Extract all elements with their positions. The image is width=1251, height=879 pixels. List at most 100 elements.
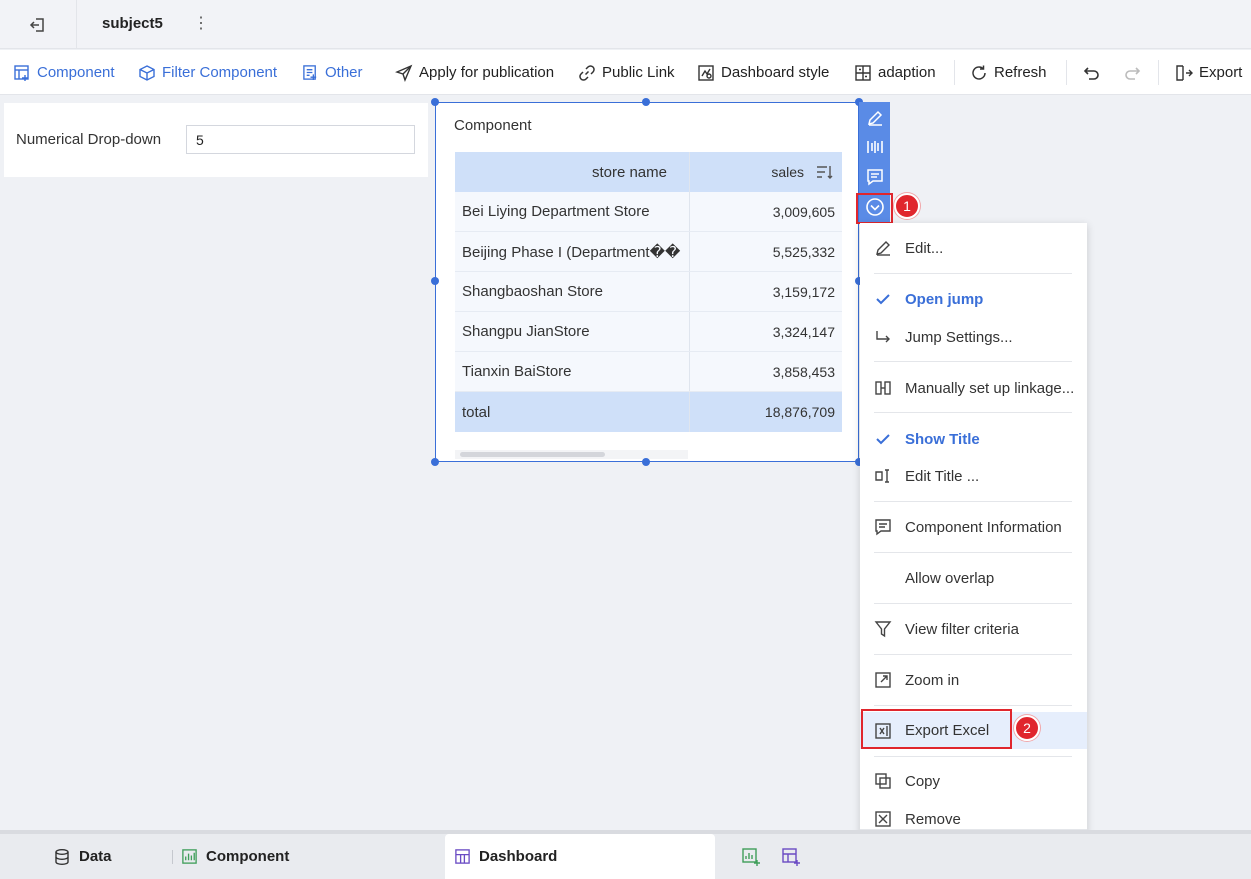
cell-store-name: Bei Liying Department Store bbox=[455, 192, 690, 231]
export-label: Export bbox=[1199, 64, 1243, 81]
cell-store-name: Shangbaoshan Store bbox=[455, 272, 690, 311]
add-chart-icon bbox=[742, 847, 760, 866]
numerical-dropdown-widget: Numerical Drop-down 5 bbox=[4, 103, 428, 177]
redo-icon bbox=[1125, 66, 1141, 80]
menu-item-zoom-in-label: Zoom in bbox=[905, 671, 960, 689]
adaption-button[interactable]: adaption bbox=[854, 50, 936, 95]
cell-store-name: Tianxin BaiStore bbox=[455, 352, 690, 391]
apply-publication-label: Apply for publication bbox=[419, 64, 555, 81]
cell-store-name: Shangpu JianStore bbox=[455, 312, 690, 351]
column-header-sales-label: sales bbox=[771, 164, 804, 180]
bar-chart-icon bbox=[182, 849, 197, 864]
toolbar-divider bbox=[954, 60, 955, 85]
other-icon bbox=[303, 65, 317, 81]
menu-item-copy[interactable]: Copy bbox=[860, 764, 1087, 798]
tab-component[interactable]: Component bbox=[181, 834, 289, 879]
info-comment-icon bbox=[875, 519, 891, 536]
export-button[interactable]: Export bbox=[1175, 50, 1242, 95]
menu-item-edit-title-label: Edit Title ... bbox=[905, 467, 980, 485]
menu-item-allow-overlap-label: Allow overlap bbox=[905, 569, 995, 587]
comment-icon bbox=[866, 169, 883, 186]
add-component-tab-button[interactable] bbox=[741, 834, 761, 879]
more-options-button[interactable]: ⋮ bbox=[193, 13, 209, 33]
menu-item-open-jump[interactable]: Open jump bbox=[860, 282, 1087, 316]
table-row[interactable]: Shangbaoshan Store 3,159,172 bbox=[455, 272, 842, 312]
cell-sales: 5,525,332 bbox=[772, 243, 835, 260]
apply-publication-button[interactable]: Apply for publication bbox=[395, 50, 554, 95]
expand-icon bbox=[875, 672, 891, 688]
linkage-button[interactable] bbox=[859, 132, 890, 162]
tab-dashboard-label: Dashboard bbox=[479, 848, 558, 865]
close-box-icon bbox=[875, 811, 891, 827]
step-badge-1: 1 bbox=[894, 193, 920, 219]
resize-handle[interactable] bbox=[431, 98, 439, 106]
linkage-icon bbox=[866, 141, 883, 153]
menu-item-zoom-in[interactable]: Zoom in bbox=[860, 663, 1087, 697]
tab-dashboard[interactable]: Dashboard bbox=[445, 834, 715, 879]
comment-button[interactable] bbox=[859, 162, 890, 192]
table-component-widget[interactable]: Component store name sales Bei Liying De… bbox=[435, 102, 859, 462]
redo-button[interactable] bbox=[1123, 50, 1141, 95]
menu-item-jump-settings[interactable]: Jump Settings... bbox=[860, 320, 1087, 354]
step-badge-2: 2 bbox=[1014, 715, 1040, 741]
menu-item-edit-title[interactable]: Edit Title ... bbox=[860, 459, 1087, 493]
cell-sales: 3,159,172 bbox=[772, 283, 835, 300]
menu-divider bbox=[874, 412, 1072, 413]
menu-item-allow-overlap[interactable]: Allow overlap bbox=[860, 561, 1087, 595]
other-button[interactable]: Other bbox=[302, 50, 363, 95]
menu-item-manual-linkage[interactable]: Manually set up linkage... bbox=[860, 371, 1087, 405]
filter-component-label: Filter Component bbox=[162, 64, 278, 81]
add-dashboard-tab-button[interactable] bbox=[781, 834, 801, 879]
sort-icon[interactable] bbox=[816, 164, 834, 180]
dashboard-style-button[interactable]: Dashboard style bbox=[697, 50, 829, 95]
add-dashboard-icon bbox=[782, 847, 800, 866]
menu-item-show-title[interactable]: Show Title bbox=[860, 422, 1087, 456]
table-row[interactable]: Tianxin BaiStore 3,858,453 bbox=[455, 352, 842, 392]
add-component-button[interactable]: Component bbox=[13, 50, 115, 95]
resize-handle[interactable] bbox=[431, 277, 439, 285]
menu-item-view-filter-criteria[interactable]: View filter criteria bbox=[860, 612, 1087, 646]
edit-component-button[interactable] bbox=[859, 103, 890, 133]
cube-icon bbox=[139, 64, 155, 81]
resize-handle[interactable] bbox=[642, 458, 650, 466]
column-header-sales[interactable]: sales bbox=[690, 152, 842, 192]
undo-button[interactable] bbox=[1083, 50, 1101, 95]
data-table: store name sales Bei Liying Department S… bbox=[455, 152, 842, 432]
total-value: 18,876,709 bbox=[764, 404, 835, 420]
numerical-dropdown-input[interactable]: 5 bbox=[186, 125, 415, 154]
public-link-label: Public Link bbox=[602, 64, 675, 81]
menu-item-component-information-label: Component Information bbox=[905, 518, 1062, 536]
public-link-button[interactable]: Public Link bbox=[578, 50, 675, 95]
tab-data-label: Data bbox=[79, 848, 112, 865]
table-header-row: store name sales bbox=[455, 152, 842, 192]
checkmark-icon bbox=[876, 434, 890, 445]
refresh-button[interactable]: Refresh bbox=[970, 50, 1047, 95]
table-row[interactable]: Shangpu JianStore 3,324,147 bbox=[455, 312, 842, 352]
component-context-menu: Edit... Open jump Jump Settings... Manua… bbox=[860, 223, 1087, 844]
scrollbar-thumb[interactable] bbox=[460, 452, 605, 457]
refresh-icon bbox=[972, 65, 986, 80]
menu-item-remove-label: Remove bbox=[905, 810, 961, 828]
horizontal-scrollbar[interactable] bbox=[455, 450, 688, 459]
menu-divider bbox=[874, 654, 1072, 655]
menu-item-edit[interactable]: Edit... bbox=[860, 231, 1087, 265]
table-row[interactable]: Beijing Phase I (Department�� 5,525,332 bbox=[455, 232, 842, 272]
add-component-label: Component bbox=[37, 64, 115, 81]
menu-item-show-title-label: Show Title bbox=[905, 430, 980, 448]
menu-item-edit-label: Edit... bbox=[905, 239, 944, 257]
style-icon bbox=[698, 64, 714, 81]
tab-data[interactable]: Data bbox=[53, 834, 112, 879]
exit-button[interactable] bbox=[0, 0, 77, 49]
menu-item-component-information[interactable]: Component Information bbox=[860, 510, 1087, 544]
tab-component-label: Component bbox=[206, 848, 290, 865]
menu-divider bbox=[874, 603, 1072, 604]
resize-handle[interactable] bbox=[642, 98, 650, 106]
export-icon bbox=[1176, 64, 1193, 81]
undo-icon bbox=[1083, 66, 1099, 80]
column-header-store-name[interactable]: store name bbox=[455, 152, 690, 192]
table-row[interactable]: Bei Liying Department Store 3,009,605 bbox=[455, 192, 842, 232]
filter-component-button[interactable]: Filter Component bbox=[138, 50, 277, 95]
linkage-icon bbox=[875, 381, 891, 395]
resize-handle[interactable] bbox=[431, 458, 439, 466]
jump-arrow-icon bbox=[876, 331, 890, 343]
